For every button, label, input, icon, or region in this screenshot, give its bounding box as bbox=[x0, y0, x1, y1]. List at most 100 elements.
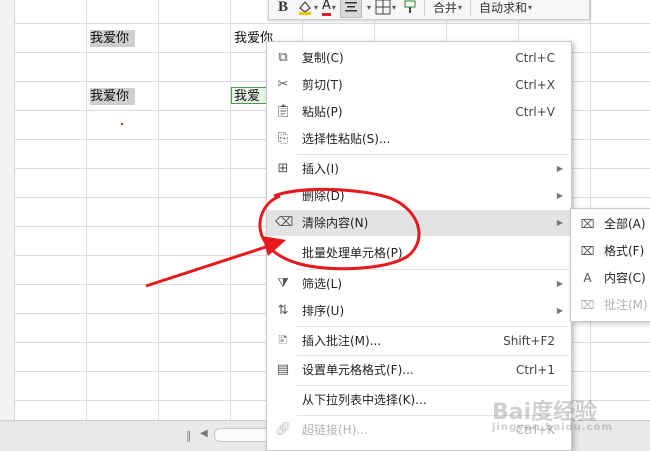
watermark-subtext: jingyan.baidu.com bbox=[492, 422, 613, 433]
menu-shortcut: Ctrl+C bbox=[515, 51, 555, 65]
submenu-item-contents[interactable]: A 内容(C) bbox=[571, 265, 650, 292]
menu-separator bbox=[297, 269, 569, 270]
insert-cells-icon: ⊞ bbox=[277, 161, 289, 176]
toolbar-divider bbox=[423, 0, 425, 16]
menu-item-label: 删除(D) bbox=[302, 189, 345, 203]
menu-item-label: 选择性粘贴(S)... bbox=[302, 132, 391, 146]
border-grid-icon bbox=[375, 0, 391, 15]
menu-separator bbox=[297, 355, 569, 356]
menu-item-insert[interactable]: ⊞ 插入(I) ▶ bbox=[267, 156, 571, 182]
menu-item-sort[interactable]: ⇅ 排序(U) ▶ bbox=[267, 298, 571, 324]
submenu-item-all[interactable]: ⌧ 全部(A) bbox=[571, 211, 650, 238]
menu-item-insert-comment[interactable]: 🗈 插入批注(M)... Shift+F2 bbox=[267, 328, 571, 354]
link-icon: 🔗︎ bbox=[275, 422, 292, 437]
menu-shortcut: Ctrl+1 bbox=[515, 363, 555, 377]
chevron-down-icon: ▾ bbox=[331, 2, 336, 12]
clear-contents-submenu: ⌧ 全部(A) ⌧ 格式(F) A 内容(C) ⌧ 批注(M) bbox=[570, 208, 650, 322]
menu-item-batch-process[interactable]: 批量处理单元格(P) bbox=[267, 240, 571, 266]
submenu-item-formats[interactable]: ⌧ 格式(F) bbox=[571, 238, 650, 265]
context-menu: ⧉ 复制(C) Ctrl+C ✂ 剪切(T) Ctrl+X 📋︎ 粘贴(P) C… bbox=[266, 41, 572, 451]
toolbar-divider bbox=[470, 0, 471, 16]
menu-item-label: 粘贴(P) bbox=[302, 105, 343, 119]
clear-all-icon: ⌧ bbox=[580, 217, 595, 231]
menu-separator bbox=[297, 154, 569, 155]
submenu-arrow-icon: ▶ bbox=[556, 279, 563, 288]
menu-shortcut: Shift+F2 bbox=[503, 334, 555, 348]
menu-item-label: 设置单元格格式(F)... bbox=[302, 363, 414, 377]
menu-item-paste[interactable]: 📋︎ 粘贴(P) Ctrl+V bbox=[267, 99, 571, 125]
submenu-item-label: 全部(A) bbox=[604, 217, 646, 231]
submenu-arrow-icon: ▶ bbox=[556, 306, 563, 315]
eraser-icon: ⌫ bbox=[275, 215, 294, 230]
submenu-arrow-icon: ▶ bbox=[556, 218, 563, 227]
menu-item-label: 从下拉列表中选择(K)... bbox=[302, 393, 427, 407]
menu-item-filter[interactable]: ⧩ 筛选(L) ▶ bbox=[267, 271, 571, 297]
align-button[interactable] bbox=[339, 0, 362, 18]
menu-separator bbox=[297, 326, 569, 327]
filter-icon: ⧩ bbox=[277, 276, 289, 291]
submenu-arrow-icon: ▶ bbox=[556, 191, 563, 200]
copy-icon: ⧉ bbox=[278, 50, 288, 65]
submenu-item-label: 批注(M) bbox=[604, 298, 648, 312]
cell-b2-selected[interactable]: 我爱 bbox=[231, 87, 271, 104]
cell-a1-text: 我爱你 bbox=[90, 30, 136, 47]
menu-item-cut[interactable]: ✂ 剪切(T) Ctrl+X bbox=[267, 72, 571, 98]
menu-item-label: 复制(C) bbox=[302, 51, 344, 65]
cell-a2[interactable]: 我爱你 bbox=[88, 88, 158, 105]
menu-item-label: 清除内容(N) bbox=[302, 216, 369, 230]
cursor-dot bbox=[121, 123, 123, 125]
fill-color-button[interactable]: ▾ bbox=[297, 0, 318, 17]
cell-a1[interactable]: 我爱你 bbox=[88, 30, 158, 47]
cell-a2-text: 我爱你 bbox=[90, 88, 136, 105]
menu-item-label: 插入(I) bbox=[302, 162, 339, 176]
menu-item-format-cells[interactable]: ▤ 设置单元格格式(F)... Ctrl+1 bbox=[267, 357, 571, 383]
format-cells-icon: ▤ bbox=[276, 362, 290, 377]
font-color-button[interactable]: A ▾ bbox=[322, 0, 336, 17]
chevron-down-icon: ▾ bbox=[457, 2, 462, 12]
borders-button[interactable]: ▾ bbox=[375, 0, 396, 17]
menu-item-paste-special[interactable]: ⎘ 选择性粘贴(S)... bbox=[267, 126, 571, 152]
format-painter-icon bbox=[404, 0, 416, 13]
clipboard-icon: 📋︎ bbox=[275, 104, 292, 119]
chevron-down-icon[interactable]: ▾ bbox=[367, 3, 371, 12]
menu-item-label: 排序(U) bbox=[302, 304, 345, 318]
menu-item-label: 插入批注(M)... bbox=[302, 334, 382, 348]
clear-comments-icon: ⌧ bbox=[580, 298, 595, 312]
chevron-down-icon: ▾ bbox=[391, 2, 396, 12]
scissors-icon: ✂ bbox=[277, 77, 289, 92]
merge-label: 合并 bbox=[432, 0, 457, 15]
menu-item-label: 筛选(L) bbox=[302, 277, 343, 291]
scroll-left-icon[interactable]: ◀ bbox=[200, 427, 212, 441]
autosum-label: 自动求和 bbox=[479, 0, 528, 15]
paint-bucket-icon bbox=[299, 1, 311, 15]
bold-button[interactable]: B bbox=[273, 0, 293, 17]
submenu-item-label: 内容(C) bbox=[604, 271, 646, 285]
watermark: Bai度经验 jingyan.baidu.com bbox=[492, 394, 613, 433]
menu-item-copy[interactable]: ⧉ 复制(C) Ctrl+C bbox=[267, 45, 571, 71]
menu-item-clear-contents[interactable]: ⌫ 清除内容(N) ▶ bbox=[267, 210, 571, 236]
cell-b2-text: 我爱 bbox=[234, 89, 261, 104]
chevron-down-icon: ▾ bbox=[528, 2, 533, 12]
chevron-down-icon: ▾ bbox=[314, 2, 319, 12]
menu-shortcut: Ctrl+V bbox=[515, 105, 555, 119]
paste-special-icon: ⎘ bbox=[277, 131, 289, 146]
clear-contents-icon: A bbox=[583, 271, 592, 285]
menu-item-delete[interactable]: 删除(D) ▶ bbox=[267, 183, 571, 209]
sort-az-icon: ⇅ bbox=[277, 303, 289, 318]
clear-formats-icon: ⌧ bbox=[580, 244, 595, 258]
tab-split-handle-icon[interactable]: ‖ bbox=[186, 429, 192, 442]
submenu-item-comments[interactable]: ⌧ 批注(M) bbox=[571, 292, 650, 319]
submenu-item-label: 格式(F) bbox=[604, 244, 645, 258]
autosum-button[interactable]: 自动求和 ▾ bbox=[475, 0, 536, 17]
merge-button[interactable]: 合并 ▾ bbox=[429, 0, 466, 17]
menu-separator bbox=[297, 385, 569, 386]
format-painter-button[interactable] bbox=[400, 0, 420, 17]
mini-toolbar: B ▾ A ▾ ▾ ▾ 合并 ▾ 自动求和 ▾ bbox=[268, 0, 590, 20]
menu-item-label: 超链接(H)... bbox=[302, 423, 368, 437]
submenu-arrow-icon: ▶ bbox=[556, 164, 563, 173]
menu-item-label: 批量处理单元格(P) bbox=[302, 246, 403, 260]
menu-shortcut: Ctrl+X bbox=[515, 78, 555, 92]
comment-icon: 🗈 bbox=[278, 333, 288, 348]
align-center-icon bbox=[344, 2, 357, 12]
menu-item-label: 剪切(T) bbox=[302, 78, 343, 92]
